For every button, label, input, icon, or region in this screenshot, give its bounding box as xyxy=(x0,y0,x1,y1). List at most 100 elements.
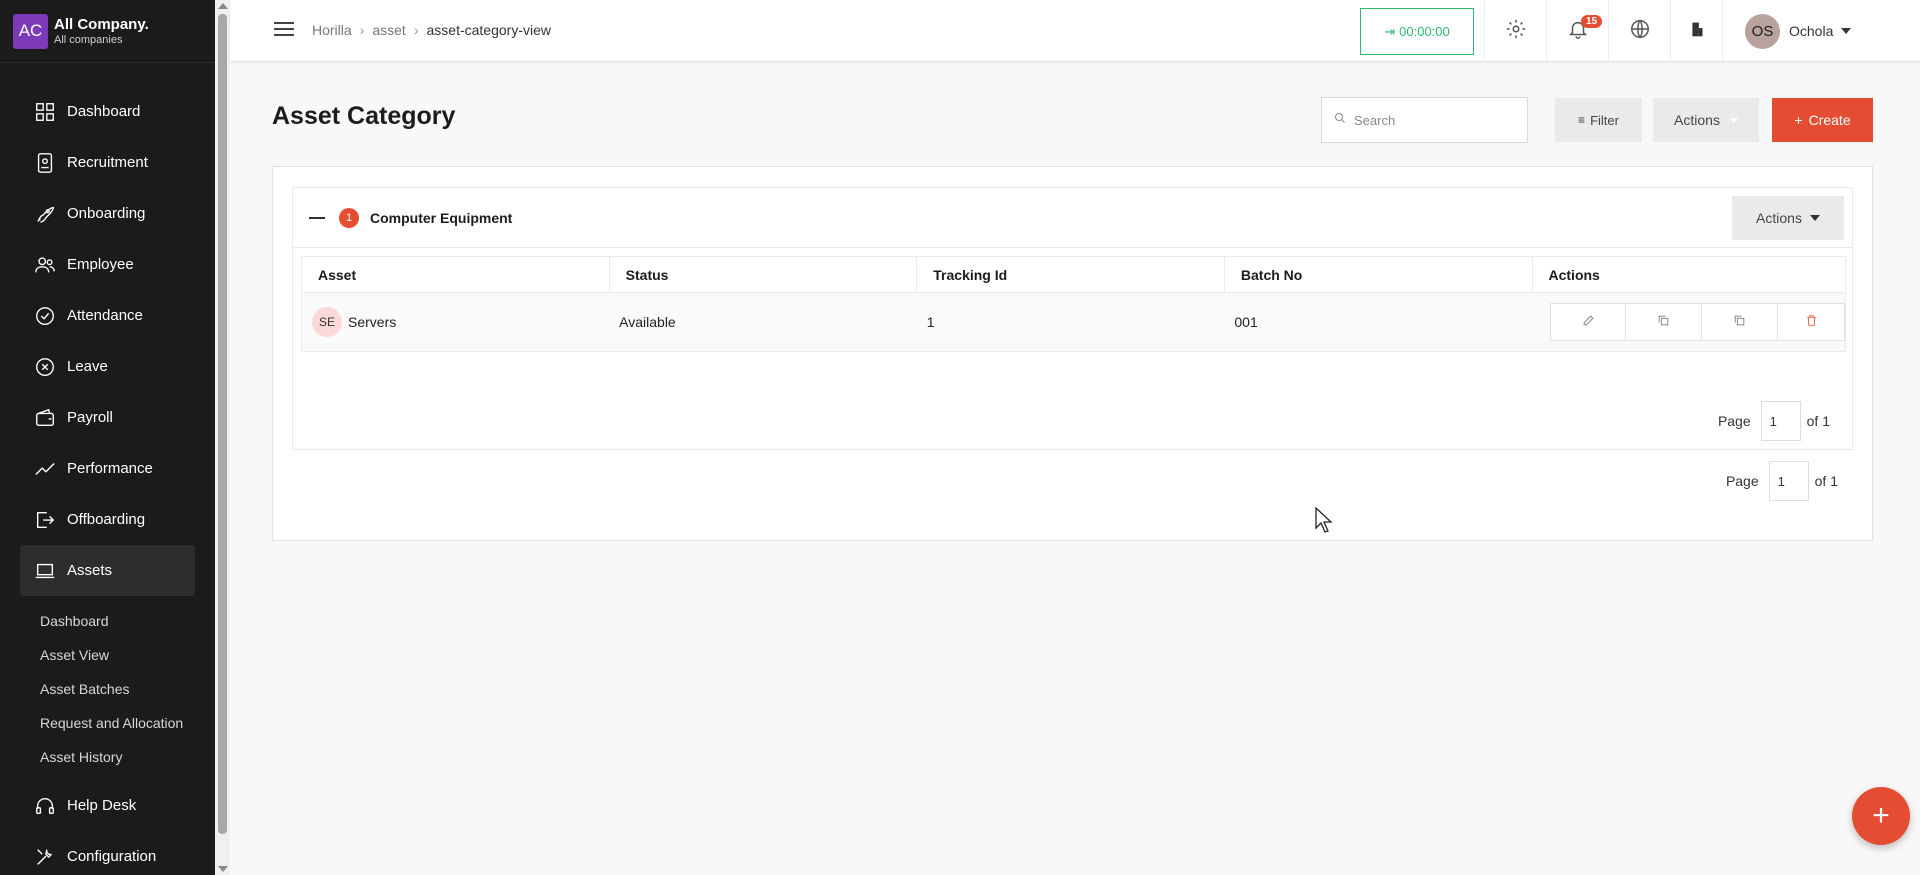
asset-avatar: SE xyxy=(312,307,342,337)
subnav-item-request-allocation[interactable]: Request and Allocation xyxy=(40,706,215,740)
sidebar-item-offboarding[interactable]: Offboarding xyxy=(0,494,215,545)
asset-cell: SE Servers xyxy=(301,292,610,352)
user-name: Ochola xyxy=(1789,23,1834,39)
sidebar-item-attendance[interactable]: Attendance xyxy=(0,290,215,341)
filter-label: Filter xyxy=(1590,112,1619,128)
search-box[interactable] xyxy=(1321,97,1528,143)
sidebar-item-payroll[interactable]: Payroll xyxy=(0,392,215,443)
pagination-total: of 1 xyxy=(1806,413,1830,429)
outer-pagination: Page of 1 xyxy=(1726,461,1838,501)
table-row[interactable]: SE Servers Available 1 001 xyxy=(301,292,1846,352)
company-logo: AC xyxy=(13,13,48,49)
notification-badge: 15 xyxy=(1581,15,1603,28)
plus-icon: + xyxy=(1794,112,1803,128)
company-button[interactable] xyxy=(1670,0,1722,62)
actions-label: Actions xyxy=(1674,112,1720,128)
sidebar-item-label: Recruitment xyxy=(67,154,148,171)
sidebar-item-dashboard[interactable]: Dashboard xyxy=(0,86,215,137)
breadcrumb-item-asset[interactable]: asset xyxy=(372,22,405,38)
sidebar-item-assets[interactable]: Assets xyxy=(20,545,195,596)
x-circle-icon xyxy=(33,355,57,379)
edit-button[interactable] xyxy=(1550,303,1626,341)
sidebar-item-label: Configuration xyxy=(67,848,157,865)
clone-icon xyxy=(1733,314,1746,330)
sidebar-item-leave[interactable]: Leave xyxy=(0,341,215,392)
sidebar-item-employee[interactable]: Employee xyxy=(0,239,215,290)
subnav-item-asset-view[interactable]: Asset View xyxy=(40,638,215,672)
sidebar-item-performance[interactable]: Performance xyxy=(0,443,215,494)
sidebar-item-recruitment[interactable]: Recruitment xyxy=(0,137,215,188)
category-actions-button[interactable]: Actions xyxy=(1732,196,1844,240)
column-header-status: Status xyxy=(608,256,918,293)
status-cell: Available xyxy=(609,292,917,352)
asset-table: Asset Status Tracking Id Batch No Action… xyxy=(301,256,1846,352)
sidebar-item-label: Payroll xyxy=(67,409,113,426)
scroll-up-arrow-icon[interactable] xyxy=(218,3,228,9)
sidebar-item-label: Performance xyxy=(67,460,153,477)
notifications-button[interactable]: 15 xyxy=(1546,0,1608,62)
subnav-item-asset-history[interactable]: Asset History xyxy=(40,740,215,774)
copy-icon xyxy=(1657,314,1670,330)
category-actions-label: Actions xyxy=(1756,210,1802,226)
scroll-down-arrow-icon[interactable] xyxy=(218,866,228,872)
pagination-label: Page xyxy=(1717,413,1751,429)
company-subtitle: All companies xyxy=(54,34,123,46)
company-name: All Company. xyxy=(54,16,149,33)
category-count-badge: 1 xyxy=(339,207,359,228)
headset-icon xyxy=(33,794,57,818)
copy-button[interactable] xyxy=(1702,303,1778,341)
breadcrumb: Horilla › asset › asset-category-view xyxy=(312,22,551,38)
breadcrumb-item-horilla[interactable]: Horilla xyxy=(312,22,352,38)
sidebar-item-help-desk[interactable]: Help Desk xyxy=(0,780,215,831)
menu-toggle-icon[interactable] xyxy=(274,22,294,38)
sidebar-item-label: Leave xyxy=(67,358,108,375)
wallet-icon xyxy=(33,406,57,430)
edit-icon xyxy=(1582,314,1595,330)
asset-name: Servers xyxy=(348,314,397,330)
category-name: Computer Equipment xyxy=(370,209,513,226)
filter-icon: ≡ xyxy=(1578,113,1586,127)
page-title: Asset Category xyxy=(272,102,456,130)
trash-icon xyxy=(1805,314,1818,330)
company-switcher[interactable]: AC All Company. All companies xyxy=(0,0,215,63)
column-header-batch-no: Batch No xyxy=(1223,256,1533,293)
search-input[interactable] xyxy=(1354,112,1524,128)
filter-button[interactable]: ≡ Filter xyxy=(1555,98,1642,142)
language-button[interactable] xyxy=(1608,0,1670,62)
column-header-tracking-id: Tracking Id xyxy=(916,256,1225,293)
user-menu[interactable]: OS Ochola xyxy=(1722,0,1920,62)
topbar: Horilla › asset › asset-category-view ⇥ … xyxy=(230,0,1920,62)
chevron-down-icon xyxy=(1841,28,1852,34)
pagination-label: Page xyxy=(1725,473,1759,489)
sidebar-item-configuration[interactable]: Configuration xyxy=(0,831,215,875)
sidebar-item-label: Help Desk xyxy=(67,797,137,814)
plus-icon: + xyxy=(1872,799,1890,832)
tracking-id-cell: 1 xyxy=(916,292,1225,352)
column-header-actions: Actions xyxy=(1531,256,1846,293)
quick-add-button[interactable]: + xyxy=(1852,787,1910,845)
clock-in-timer-button[interactable]: ⇥ 00:00:00 xyxy=(1360,8,1474,55)
actions-button[interactable]: Actions xyxy=(1653,98,1759,142)
sidebar: AC All Company. All companies Dashboard … xyxy=(0,0,215,875)
page-number-input[interactable] xyxy=(1768,461,1809,501)
collapse-icon[interactable] xyxy=(309,216,325,219)
create-button[interactable]: + Create xyxy=(1772,98,1873,142)
id-badge-icon xyxy=(33,151,57,175)
delete-button[interactable] xyxy=(1778,303,1845,341)
page-number-input[interactable] xyxy=(1760,401,1801,441)
pagination-total: of 1 xyxy=(1814,473,1838,489)
scrollbar-thumb[interactable] xyxy=(218,14,227,834)
sidebar-item-onboarding[interactable]: Onboarding xyxy=(0,188,215,239)
category-group-header: 1 Computer Equipment Actions xyxy=(293,188,1852,248)
settings-button[interactable] xyxy=(1484,0,1546,62)
group-pagination: Page of 1 xyxy=(1718,401,1830,441)
subnav-item-dashboard[interactable]: Dashboard xyxy=(40,604,215,638)
avatar: OS xyxy=(1745,13,1780,49)
chevron-right-icon: › xyxy=(413,22,419,38)
trend-icon xyxy=(33,457,57,481)
sidebar-item-label: Assets xyxy=(67,562,113,579)
rocket-icon xyxy=(33,202,57,226)
subnav-item-asset-batches[interactable]: Asset Batches xyxy=(40,672,215,706)
duplicate-button[interactable] xyxy=(1626,303,1702,341)
sidebar-scrollbar[interactable] xyxy=(215,0,230,875)
